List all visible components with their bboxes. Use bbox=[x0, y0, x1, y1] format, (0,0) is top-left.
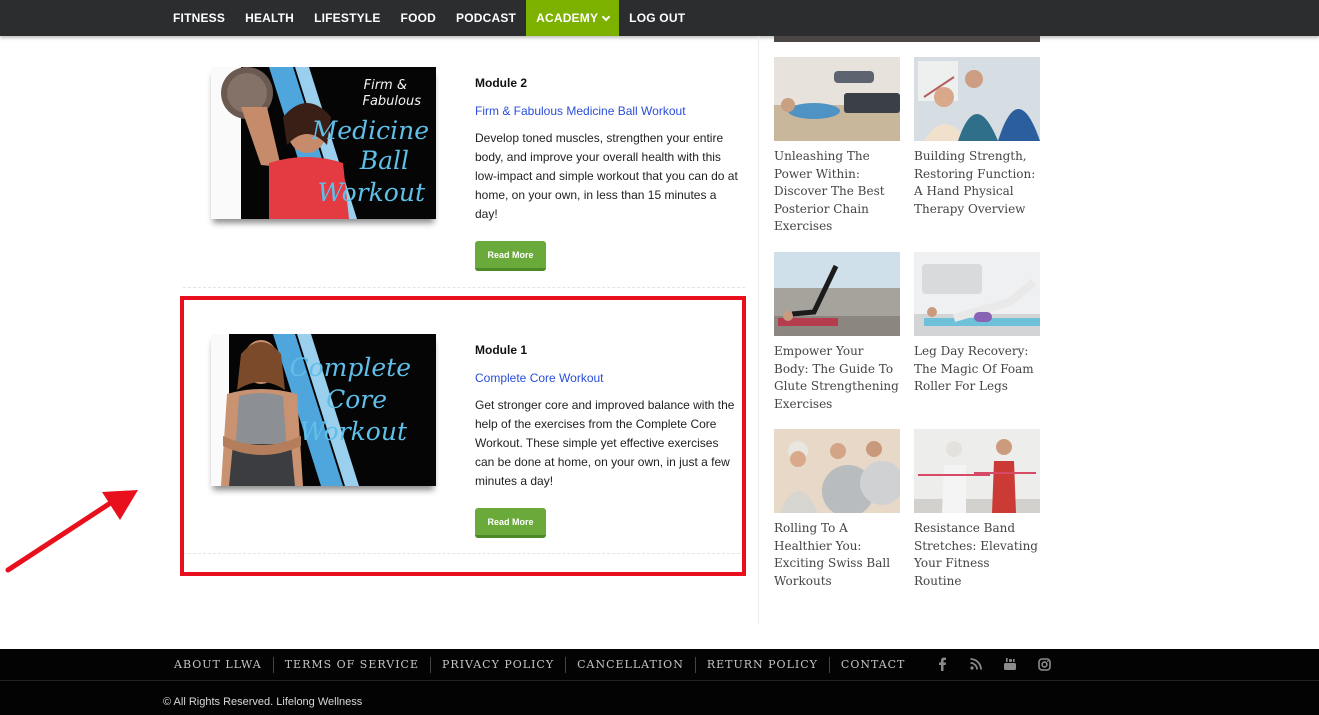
copyright-text: © All Rights Reserved. Lifelong Wellness bbox=[163, 696, 363, 708]
module-thumbnail[interactable]: Firm & Fabulous Medicine Ball Workout bbox=[211, 67, 436, 219]
thumb-text: Medicine bbox=[311, 116, 429, 145]
rss-icon[interactable] bbox=[966, 655, 986, 673]
footer-link-about[interactable]: ABOUT LLWA bbox=[163, 658, 273, 671]
footer-link-privacy[interactable]: PRIVACY POLICY bbox=[431, 658, 565, 671]
nav-item-podcast[interactable]: PODCAST bbox=[446, 0, 526, 36]
thumb-text: Firm & bbox=[364, 78, 407, 93]
sidebar-article[interactable]: Resistance Band Stretches: Elevating You… bbox=[914, 429, 1040, 590]
footer-link-terms[interactable]: TERMS OF SERVICE bbox=[274, 658, 430, 671]
social-links bbox=[932, 655, 1068, 673]
thumb-text: Workout bbox=[318, 178, 426, 207]
nav-item-academy[interactable]: ACADEMY bbox=[526, 0, 620, 36]
article-thumbnail[interactable] bbox=[774, 429, 900, 513]
sidebar-article[interactable]: Leg Day Recovery: The Magic Of Foam Roll… bbox=[914, 252, 1040, 396]
medicine-ball-workout-image: Firm & Fabulous Medicine Ball Workout bbox=[211, 67, 436, 219]
nav-item-food[interactable]: FOOD bbox=[391, 0, 446, 36]
article-thumbnail[interactable] bbox=[774, 57, 900, 141]
foam-roller-image bbox=[914, 252, 1040, 336]
top-navigation: FITNESS HEALTH LIFESTYLE FOOD PODCAST AC… bbox=[0, 0, 1319, 36]
article-title[interactable]: Unleashing The Power Within: Discover Th… bbox=[774, 148, 900, 236]
thumb-text: Fabulous bbox=[362, 94, 421, 109]
swiss-ball-image bbox=[774, 429, 900, 513]
glute-exercise-image bbox=[774, 252, 900, 336]
footer-divider bbox=[0, 680, 1319, 681]
module-card: Firm & Fabulous Medicine Ball Workout Mo… bbox=[183, 36, 745, 286]
thumb-text: Ball bbox=[359, 146, 409, 175]
red-arrow-icon bbox=[5, 490, 138, 573]
module-divider bbox=[183, 287, 745, 288]
footer-menu: ABOUT LLWA TERMS OF SERVICE PRIVACY POLI… bbox=[163, 649, 916, 680]
chevron-down-icon bbox=[601, 12, 611, 21]
sidebar-article[interactable]: Building Strength, Restoring Function: A… bbox=[914, 57, 1040, 218]
read-more-button[interactable]: Read More bbox=[475, 241, 546, 271]
column-divider bbox=[758, 36, 759, 624]
article-title[interactable]: Empower Your Body: The Guide To Glute St… bbox=[774, 343, 900, 413]
article-title[interactable]: Resistance Band Stretches: Elevating You… bbox=[914, 520, 1040, 590]
nav-item-health[interactable]: HEALTH bbox=[235, 0, 304, 36]
sidebar-article[interactable]: Unleashing The Power Within: Discover Th… bbox=[774, 57, 900, 236]
sidebar-article[interactable]: Empower Your Body: The Guide To Glute St… bbox=[774, 252, 900, 413]
module-number: Module 2 bbox=[475, 76, 528, 90]
module-description: Develop toned muscles, strengthen your e… bbox=[475, 131, 738, 221]
hand-therapy-image bbox=[914, 57, 1040, 141]
article-title[interactable]: Building Strength, Restoring Function: A… bbox=[914, 148, 1040, 218]
footer-link-return-policy[interactable]: RETURN POLICY bbox=[696, 658, 829, 671]
article-thumbnail[interactable] bbox=[914, 252, 1040, 336]
site-footer: ABOUT LLWA TERMS OF SERVICE PRIVACY POLI… bbox=[0, 649, 1319, 715]
nav-item-logout[interactable]: LOG OUT bbox=[619, 0, 695, 36]
youtube-icon[interactable] bbox=[1000, 655, 1020, 673]
footer-link-contact[interactable]: CONTACT bbox=[830, 658, 917, 671]
nav-menu: FITNESS HEALTH LIFESTYLE FOOD PODCAST AC… bbox=[163, 0, 695, 36]
footer-link-cancellation[interactable]: CANCELLATION bbox=[566, 658, 695, 671]
posterior-chain-image bbox=[774, 57, 900, 141]
facebook-icon[interactable] bbox=[932, 655, 952, 673]
nav-item-fitness[interactable]: FITNESS bbox=[163, 0, 235, 36]
article-title[interactable]: Rolling To A Healthier You: Exciting Swi… bbox=[774, 520, 900, 590]
sidebar-article[interactable]: Rolling To A Healthier You: Exciting Swi… bbox=[774, 429, 900, 590]
instagram-icon[interactable] bbox=[1034, 655, 1054, 673]
nav-item-lifestyle[interactable]: LIFESTYLE bbox=[304, 0, 390, 36]
article-title[interactable]: Leg Day Recovery: The Magic Of Foam Roll… bbox=[914, 343, 1040, 396]
highlight-box bbox=[180, 296, 746, 576]
article-thumbnail[interactable] bbox=[774, 252, 900, 336]
article-thumbnail[interactable] bbox=[914, 57, 1040, 141]
resistance-band-image bbox=[914, 429, 1040, 513]
module-title-link[interactable]: Firm & Fabulous Medicine Ball Workout bbox=[475, 104, 686, 118]
sidebar-image-edge bbox=[774, 36, 1040, 42]
article-thumbnail[interactable] bbox=[914, 429, 1040, 513]
